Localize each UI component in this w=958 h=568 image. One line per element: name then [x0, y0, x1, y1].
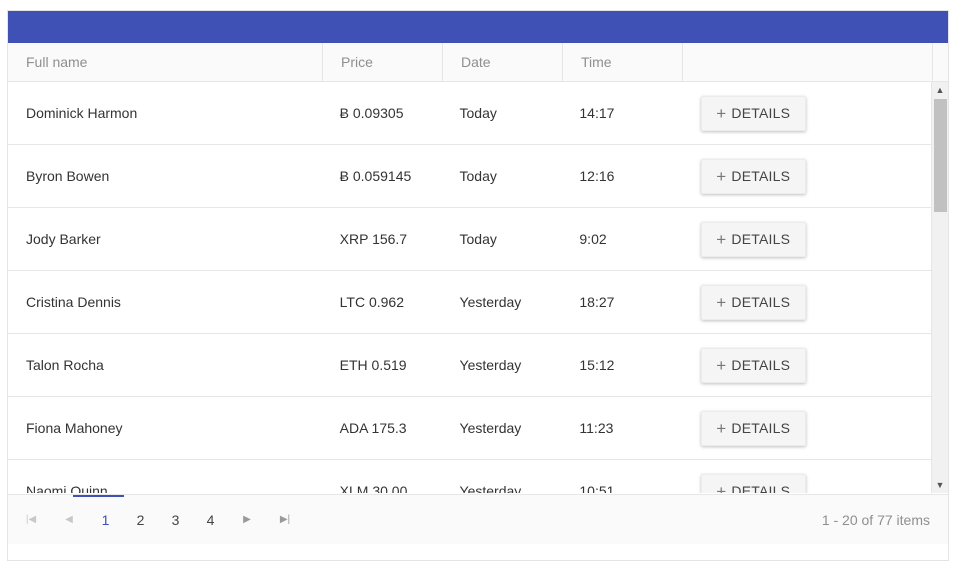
cell-price: LTC 0.962 [339, 294, 404, 310]
table-row[interactable]: Dominick Harmon Ƀ 0.09305 Today 14:17 + DETAI… [8, 82, 932, 145]
cell-time: 11:23 [579, 420, 614, 436]
cell-time: 10:51 [579, 483, 615, 493]
details-button[interactable]: + DETAILS [701, 158, 807, 194]
cell-full-name: Jody Barker [26, 231, 101, 247]
cell-price: XRP 156.7 [339, 231, 408, 247]
cell-actions: + DETAILS [682, 221, 932, 257]
table-row[interactable]: Jody Barker XRP 156.7 Today 9:02 + DETAILS [8, 208, 932, 271]
column-header-actions [683, 43, 933, 81]
details-button-label: DETAILS [731, 294, 791, 310]
plus-icon: + [716, 292, 727, 312]
details-button[interactable]: + DETAILS [701, 221, 807, 257]
cell-price: Ƀ 0.09305 [339, 105, 404, 121]
scroll-up-arrow-icon[interactable]: ▲ [932, 82, 948, 98]
cell-date: Today [459, 231, 497, 247]
cell-time: 18:27 [579, 294, 615, 310]
grid-header: Full name Price Date Time [8, 43, 948, 82]
cell-price: Ƀ 0.059145 [339, 168, 412, 184]
details-button[interactable]: + DETAILS [701, 284, 807, 320]
table-row[interactable]: Cristina Dennis LTC 0.962 Yesterday 18:27 + D… [8, 271, 932, 334]
cell-full-name: Cristina Dennis [26, 294, 121, 310]
details-button-label: DETAILS [731, 231, 791, 247]
cell-date: Yesterday [459, 420, 522, 436]
pager-pages: 1234 [73, 494, 228, 545]
cell-time: 14:17 [579, 105, 615, 121]
plus-icon: + [716, 166, 727, 186]
cell-price: XLM 30.00 [339, 483, 408, 493]
column-header-price[interactable]: Price [323, 43, 443, 81]
grid-toolbar [8, 11, 948, 43]
page-number-4[interactable]: 4 [193, 495, 228, 545]
scroll-down-arrow-icon[interactable]: ▼ [932, 477, 948, 493]
cell-time: 15:12 [579, 357, 615, 373]
details-button-label: DETAILS [731, 168, 791, 184]
column-header-time[interactable]: Time [563, 43, 683, 81]
header-scroll-gutter [933, 43, 948, 81]
cell-date: Yesterday [459, 294, 522, 310]
page-number-1[interactable]: 1 [73, 494, 124, 545]
table-row[interactable]: Naomi Quinn XLM 30.00 Yesterday 10:51 + DETAI… [8, 460, 932, 493]
scrollbar-thumb[interactable] [934, 99, 947, 212]
previous-page-icon[interactable]: ◀ [50, 514, 88, 525]
cell-actions: + DETAILS [682, 158, 932, 194]
column-header-date[interactable]: Date [443, 43, 563, 81]
cell-actions: + DETAILS [682, 347, 932, 383]
cell-full-name: Dominick Harmon [26, 105, 138, 121]
vertical-scrollbar[interactable]: ▲ ▼ [931, 82, 948, 493]
details-button-label: DETAILS [731, 420, 791, 436]
grid-rows: Dominick Harmon Ƀ 0.09305 Today 14:17 + DETAI… [8, 82, 932, 493]
plus-icon: + [716, 229, 727, 249]
cell-full-name: Naomi Quinn [26, 483, 108, 493]
plus-icon: + [716, 418, 727, 438]
last-page-icon[interactable]: ▶| [266, 514, 304, 525]
pager: |◀ ◀ 1234 ▶ ▶| 1 - 20 of 77 items [8, 494, 948, 544]
cell-date: Today [459, 168, 497, 184]
cell-actions: + DETAILS [682, 95, 932, 131]
details-button[interactable]: + DETAILS [701, 95, 807, 131]
details-button[interactable]: + DETAILS [701, 347, 807, 383]
cell-date: Today [459, 105, 497, 121]
details-button-label: DETAILS [731, 483, 791, 493]
table-row[interactable]: Fiona Mahoney ADA 175.3 Yesterday 11:23 + DET… [8, 397, 932, 460]
details-button[interactable]: + DETAILS [701, 473, 807, 494]
cell-time: 9:02 [579, 231, 607, 247]
cell-full-name: Byron Bowen [26, 168, 110, 184]
cell-actions: + DETAILS [682, 284, 932, 320]
details-button-label: DETAILS [731, 357, 791, 373]
cell-actions: + DETAILS [682, 410, 932, 446]
next-page-icon[interactable]: ▶ [228, 514, 266, 525]
plus-icon: + [716, 103, 727, 123]
page-number-2[interactable]: 2 [123, 495, 158, 545]
cell-date: Yesterday [459, 483, 522, 493]
column-header-full-name[interactable]: Full name [8, 43, 323, 81]
table-row[interactable]: Byron Bowen Ƀ 0.059145 Today 12:16 + DETAILS [8, 145, 932, 208]
cell-full-name: Talon Rocha [26, 357, 104, 373]
cell-price: ETH 0.519 [339, 357, 407, 373]
plus-icon: + [716, 355, 727, 375]
pager-info: 1 - 20 of 77 items [821, 511, 930, 528]
page-number-3[interactable]: 3 [158, 495, 193, 545]
plus-icon: + [716, 481, 727, 494]
cell-date: Yesterday [459, 357, 522, 373]
details-button-label: DETAILS [731, 105, 791, 121]
details-button[interactable]: + DETAILS [701, 410, 807, 446]
cell-full-name: Fiona Mahoney [26, 420, 123, 436]
cell-price: ADA 175.3 [339, 420, 407, 436]
cell-time: 12:16 [579, 168, 615, 184]
data-grid: Full name Price Date Time Dominick Harmo… [7, 10, 949, 561]
first-page-icon[interactable]: |◀ [12, 514, 50, 525]
cell-actions: + DETAILS [682, 473, 932, 494]
table-row[interactable]: Talon Rocha ETH 0.519 Yesterday 15:12 + DETAI… [8, 334, 932, 397]
grid-body: Dominick Harmon Ƀ 0.09305 Today 14:17 + DETAI… [8, 82, 948, 493]
